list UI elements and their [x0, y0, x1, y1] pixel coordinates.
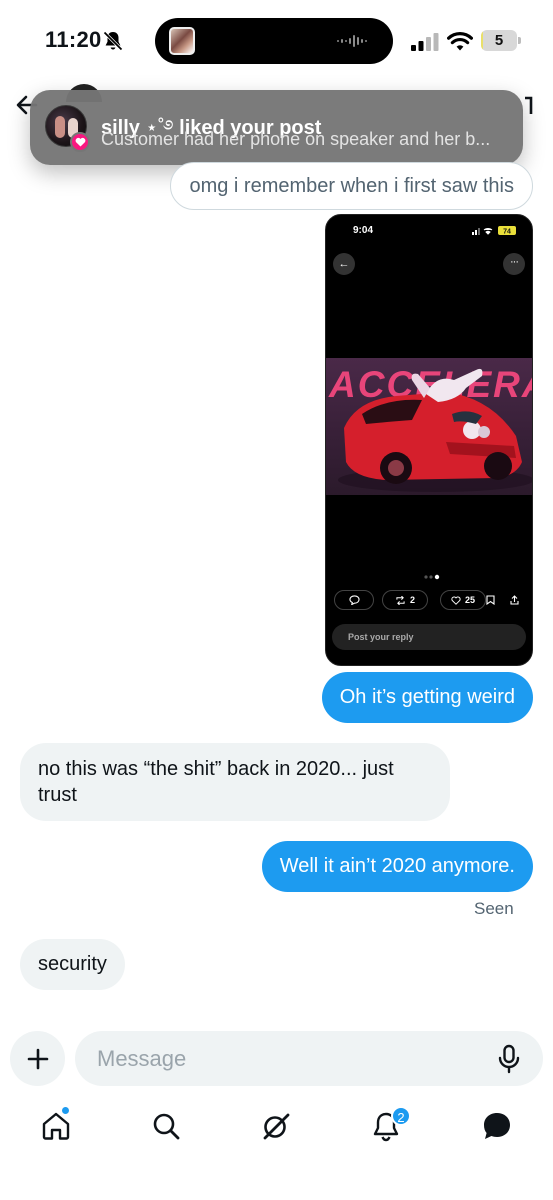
shot-back-button: ←: [333, 253, 355, 275]
post-action-bar: 2 25: [334, 590, 526, 612]
search-icon[interactable]: [150, 1110, 182, 1142]
home-icon[interactable]: [40, 1110, 72, 1142]
reply-icon: [348, 595, 360, 605]
plus-icon: [27, 1048, 48, 1069]
audio-waveform-icon: [337, 35, 367, 47]
grok-icon[interactable]: [260, 1110, 292, 1142]
image-pager-dots: [424, 574, 440, 580]
battery-percent: 5: [494, 32, 504, 49]
bookmark-icon: [485, 595, 495, 605]
heart-icon: [70, 132, 90, 152]
shot-repost-action: 2: [382, 590, 428, 610]
message-bubble-incoming[interactable]: security: [20, 939, 125, 990]
info-icon[interactable]: [521, 94, 535, 116]
bottom-navigation: [0, 1100, 553, 1160]
message-bubble-outgoing-reply[interactable]: omg i remember when i first saw this: [170, 162, 533, 210]
message-field[interactable]: [75, 1031, 543, 1086]
like-notification-banner[interactable]: silly ⋆˚࿔ liked your post Customer had h…: [30, 90, 523, 165]
wifi-icon: [447, 32, 473, 51]
status-time: 11:20: [45, 27, 102, 52]
cellular-signal-icon: [411, 33, 439, 51]
shared-post-screenshot[interactable]: 9:04 74 ← ··· ACCELERATE: [325, 214, 533, 666]
message-bubble-outgoing[interactable]: Oh it’s getting weird: [321, 672, 533, 723]
microphone-icon[interactable]: [497, 1044, 521, 1074]
like-icon: [451, 595, 461, 605]
battery-indicator: 5: [481, 30, 521, 51]
red-car-illustration: [338, 368, 532, 492]
home-indicator: [187, 1185, 367, 1191]
repost-icon: [396, 595, 405, 605]
message-bubble-outgoing[interactable]: Well it ain’t 2020 anymore.: [261, 841, 533, 892]
seen-receipt: Seen: [474, 899, 514, 918]
message-bubble-incoming[interactable]: no this was “the shit” back in 2020... j…: [20, 743, 450, 821]
share-icon: [509, 595, 519, 605]
shot-status-time: 9:04: [353, 225, 374, 236]
shot-more-button: ···: [503, 253, 525, 275]
shot-status-icons: 74: [472, 226, 516, 235]
shot-battery: 74: [503, 228, 511, 235]
message-input[interactable]: [97, 1031, 487, 1086]
shot-reply-field: Post your reply: [332, 624, 526, 650]
dynamic-island[interactable]: [155, 18, 393, 64]
shot-bookmark-action: [480, 590, 500, 610]
bell-off-icon: [103, 31, 123, 51]
repost-count: 2: [409, 595, 415, 605]
status-bar: 11:20 5: [0, 0, 553, 84]
post-image: ACCELERATE: [326, 358, 532, 495]
shot-share-action: [504, 590, 524, 610]
home-unread-dot: [61, 1106, 70, 1115]
now-playing-thumbnail: [169, 27, 195, 55]
add-attachment-button[interactable]: [10, 1031, 65, 1086]
shot-reply-action: [334, 590, 374, 610]
messages-icon[interactable]: [481, 1110, 513, 1142]
notifications-badge: 2: [391, 1106, 411, 1126]
notification-body: Customer had her phone on speaker and he…: [101, 129, 491, 149]
like-count: 25: [464, 595, 475, 605]
